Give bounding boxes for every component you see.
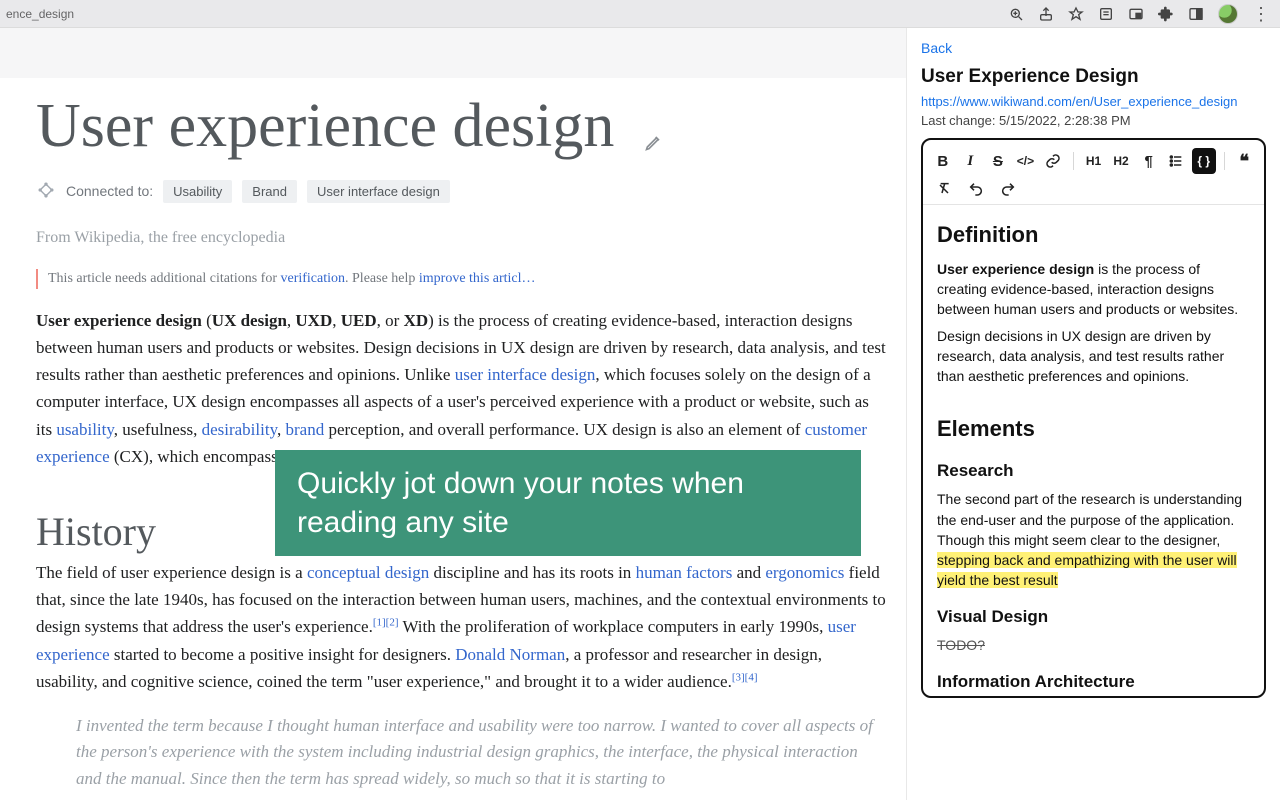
bold-button[interactable]: B (931, 148, 955, 174)
link-human-factors[interactable]: human factors (636, 563, 733, 582)
h1-button[interactable]: H1 (1082, 148, 1106, 174)
promo-callout-text: Quickly jot down your notes when reading… (297, 464, 839, 542)
panel-title: User Experience Design (921, 66, 1266, 88)
link-button[interactable] (1041, 148, 1065, 174)
notice-link-improve[interactable]: improve this articl… (419, 271, 536, 286)
browser-chrome: ence_design ⋮ (0, 0, 1280, 28)
share-icon[interactable] (1038, 6, 1054, 22)
connected-label: Connected to: (66, 183, 153, 199)
page-title: User experience design (36, 92, 886, 166)
note-visual-p: TODO? (937, 635, 1250, 655)
term-uxd: User experience design (36, 311, 202, 330)
redo-button[interactable] (997, 178, 1019, 200)
strike-button[interactable]: S (986, 148, 1010, 174)
notice-text-1: This article needs additional citations … (48, 271, 280, 286)
intro-paragraph: User experience design (UX design, UXD, … (36, 307, 886, 470)
link-norman[interactable]: Donald Norman (455, 645, 565, 664)
browser-menu-icon[interactable]: ⋮ (1252, 5, 1270, 23)
star-icon[interactable] (1068, 6, 1084, 22)
editor-toolbar: B I S </> H1 H2 ¶ { } ❝ (923, 140, 1264, 205)
note-h-visual: Visual Design (937, 605, 1250, 630)
editor-container: B I S </> H1 H2 ¶ { } ❝ (921, 138, 1266, 698)
toolbar-separator-2 (1224, 152, 1225, 170)
chip-uid[interactable]: User interface design (307, 180, 450, 203)
link-ergonomics[interactable]: ergonomics (765, 563, 844, 582)
clear-format-button[interactable] (933, 178, 955, 200)
note-h-research: Research (937, 459, 1250, 484)
link-desirability[interactable]: desirability (202, 420, 277, 439)
page-title-text: User experience design (36, 92, 614, 160)
panel-url[interactable]: https://www.wikiwand.com/en/User_experie… (921, 94, 1266, 109)
ref-3-4[interactable]: [3][4] (732, 671, 758, 683)
url-fragment: ence_design (6, 7, 1008, 21)
connected-bar: Connected to: Usability Brand User inter… (36, 180, 886, 203)
note-h-definition: Definition (937, 219, 1250, 251)
extensions-icon[interactable] (1158, 6, 1174, 22)
panel-meta: Last change: 5/15/2022, 2:28:38 PM (921, 113, 1266, 128)
link-brand[interactable]: brand (285, 420, 324, 439)
profile-avatar[interactable] (1218, 4, 1238, 24)
chip-brand[interactable]: Brand (242, 180, 297, 203)
codeblock-button[interactable]: { } (1192, 148, 1216, 174)
editor-body[interactable]: Definition User experience design is the… (923, 205, 1264, 696)
visual-todo-strike: TODO? (937, 637, 985, 653)
citation-notice: This article needs additional citations … (36, 269, 886, 289)
highlighted-text: stepping back and empathizing with the u… (937, 552, 1237, 588)
note-research-p: The second part of the research is under… (937, 489, 1250, 590)
chrome-actions: ⋮ (1008, 4, 1274, 24)
list-button[interactable] (1164, 148, 1188, 174)
history-paragraph: The field of user experience design is a… (36, 559, 886, 695)
notes-panel: Back User Experience Design https://www.… (906, 28, 1280, 800)
from-wikipedia: From Wikipedia, the free encyclopedia (36, 229, 886, 247)
link-uid[interactable]: user interface design (455, 365, 596, 384)
graph-icon (36, 180, 56, 203)
zoom-icon[interactable] (1008, 6, 1024, 22)
article-main: User experience design Connected to: Usa… (0, 78, 906, 800)
link-usability[interactable]: usability (56, 420, 113, 439)
note-def-p2: Design decisions in UX design are driven… (937, 326, 1250, 387)
pip-icon[interactable] (1128, 6, 1144, 22)
promo-callout: Quickly jot down your notes when reading… (275, 450, 861, 556)
chip-usability[interactable]: Usability (163, 180, 232, 203)
note-h-ia: Information Architecture (937, 670, 1250, 695)
h2-button[interactable]: H2 (1109, 148, 1133, 174)
note-def-p1: User experience design is the process of… (937, 259, 1250, 320)
reader-icon[interactable] (1098, 6, 1114, 22)
undo-button[interactable] (965, 178, 987, 200)
blockquote-button[interactable]: ❝ (1232, 148, 1256, 174)
note-h-elements: Elements (937, 413, 1250, 445)
notice-text-2: . Please help (345, 271, 419, 286)
ref-1-2[interactable]: [1][2] (373, 617, 399, 629)
norman-quote: I invented the term because I thought hu… (36, 713, 886, 792)
inline-code-button[interactable]: </> (1014, 148, 1038, 174)
back-link[interactable]: Back (921, 40, 1266, 56)
link-conceptual[interactable]: conceptual design (307, 563, 429, 582)
toolbar-separator (1073, 152, 1074, 170)
sidepanel-icon[interactable] (1188, 6, 1204, 22)
paragraph-button[interactable]: ¶ (1137, 148, 1161, 174)
notice-link-verification[interactable]: verification (280, 271, 345, 286)
italic-button[interactable]: I (959, 148, 983, 174)
edit-pencil-icon[interactable] (644, 98, 664, 166)
